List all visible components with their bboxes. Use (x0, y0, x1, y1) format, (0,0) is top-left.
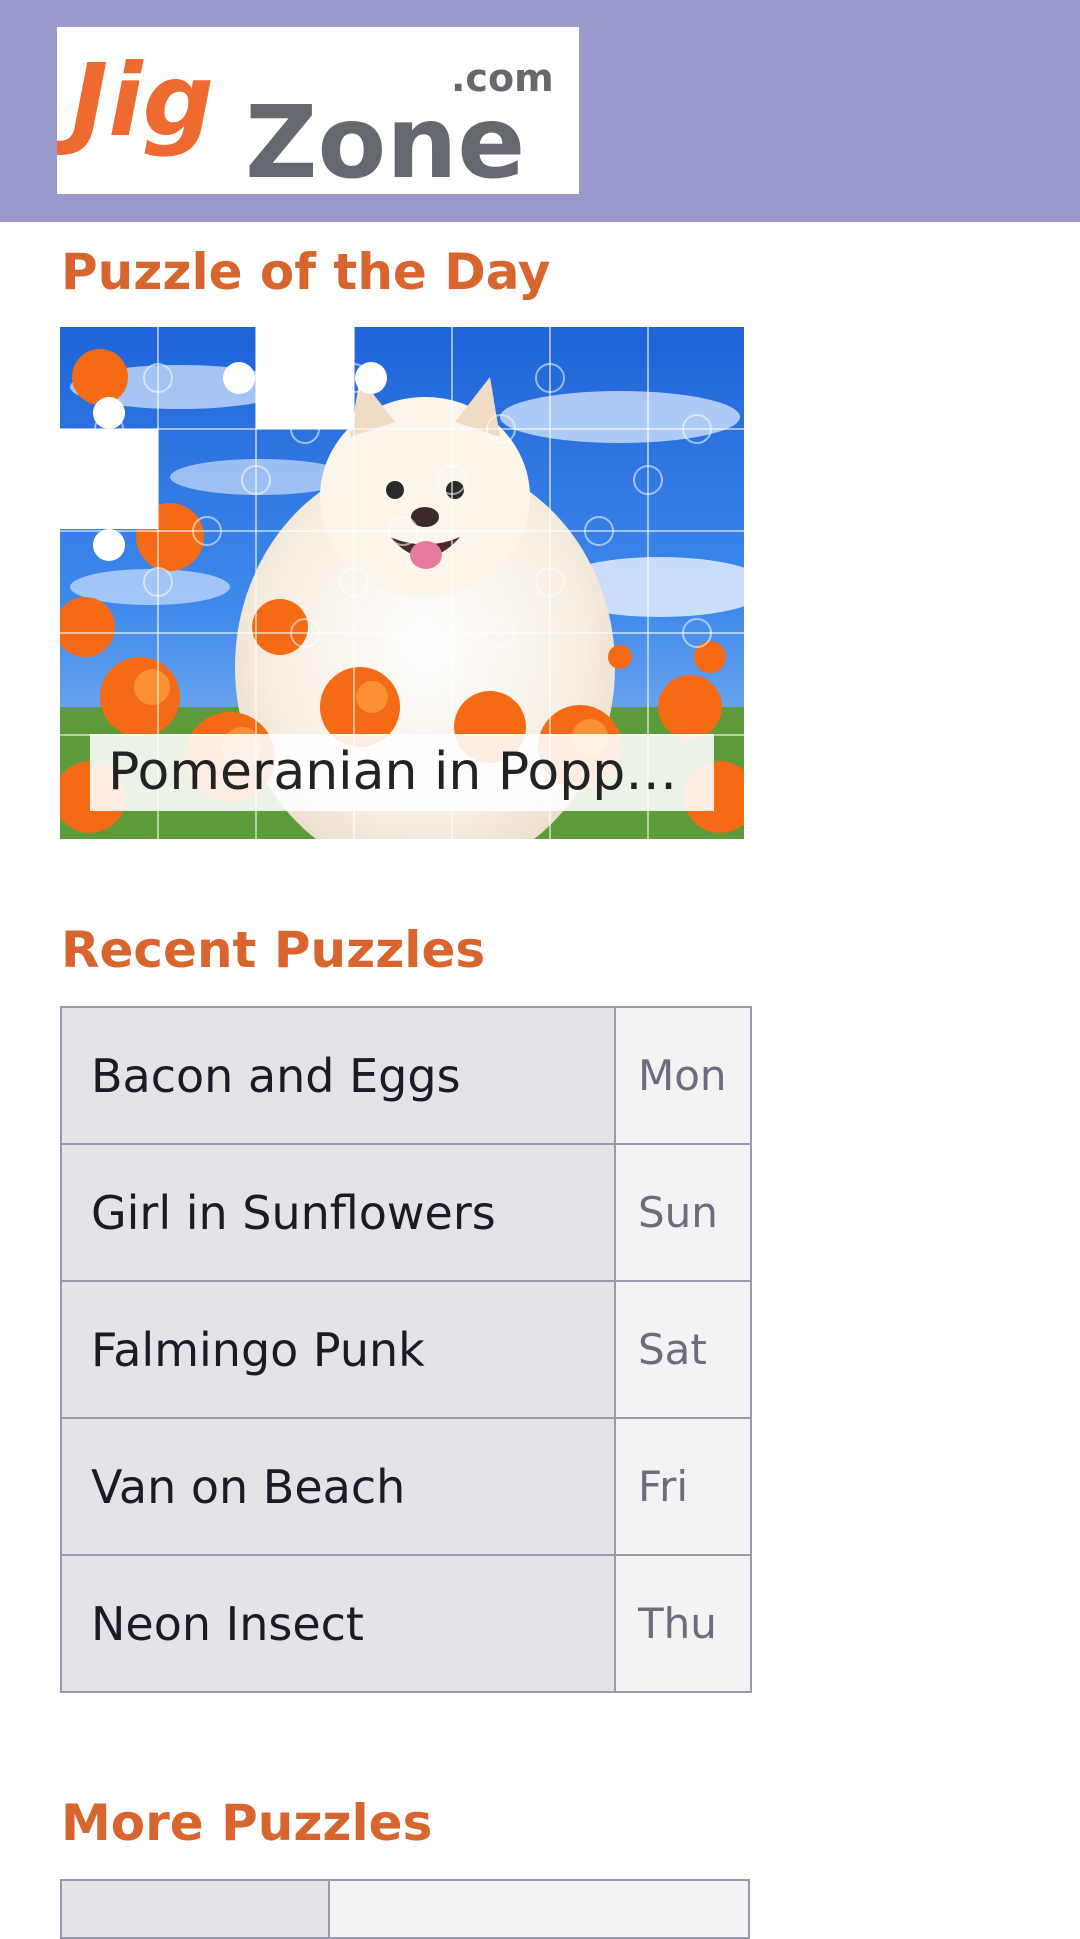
puzzle-name[interactable]: Neon Insect (60, 1554, 616, 1693)
table-row[interactable]: Van on Beach Fri (60, 1417, 752, 1556)
table-row[interactable]: Neon Insect Thu (60, 1554, 752, 1693)
table-row[interactable]: Falmingo Punk Sat (60, 1280, 752, 1419)
puzzle-day: Mon (614, 1006, 752, 1145)
jigzone-logo[interactable]: Jig Zone .com (57, 27, 579, 194)
puzzle-day: Sun (614, 1143, 752, 1282)
puzzle-name[interactable]: Van on Beach (60, 1417, 616, 1556)
logo-text-jig: Jig (57, 42, 214, 159)
puzzle-of-the-day-link[interactable]: Pomeranian in Popp… (60, 327, 744, 839)
puzzle-name[interactable]: Bacon and Eggs (60, 1006, 616, 1145)
puzzle-name[interactable]: Girl in Sunflowers (60, 1143, 616, 1282)
more-puzzles-table (60, 1879, 750, 1939)
puzzle-day: Fri (614, 1417, 752, 1556)
puzzle-day: Sat (614, 1280, 752, 1419)
site-header: Jig Zone .com (0, 0, 1080, 222)
puzzle-day: Thu (614, 1554, 752, 1693)
more-puzzles-heading: More Puzzles (61, 1794, 433, 1852)
puzzle-of-the-day-caption: Pomeranian in Popp… (90, 734, 714, 811)
puzzle-name[interactable]: Falmingo Punk (60, 1280, 616, 1419)
puzzle-of-the-day-heading: Puzzle of the Day (61, 243, 551, 301)
logo-text-com: .com (451, 56, 554, 100)
table-row[interactable]: Girl in Sunflowers Sun (60, 1143, 752, 1282)
logo-text-zone: Zone (245, 84, 525, 194)
recent-puzzles-heading: Recent Puzzles (61, 921, 486, 979)
more-puzzles-cell[interactable] (330, 1881, 748, 1937)
recent-puzzles-table: Bacon and Eggs Mon Girl in Sunflowers Su… (60, 1006, 752, 1693)
table-row[interactable]: Bacon and Eggs Mon (60, 1006, 752, 1145)
